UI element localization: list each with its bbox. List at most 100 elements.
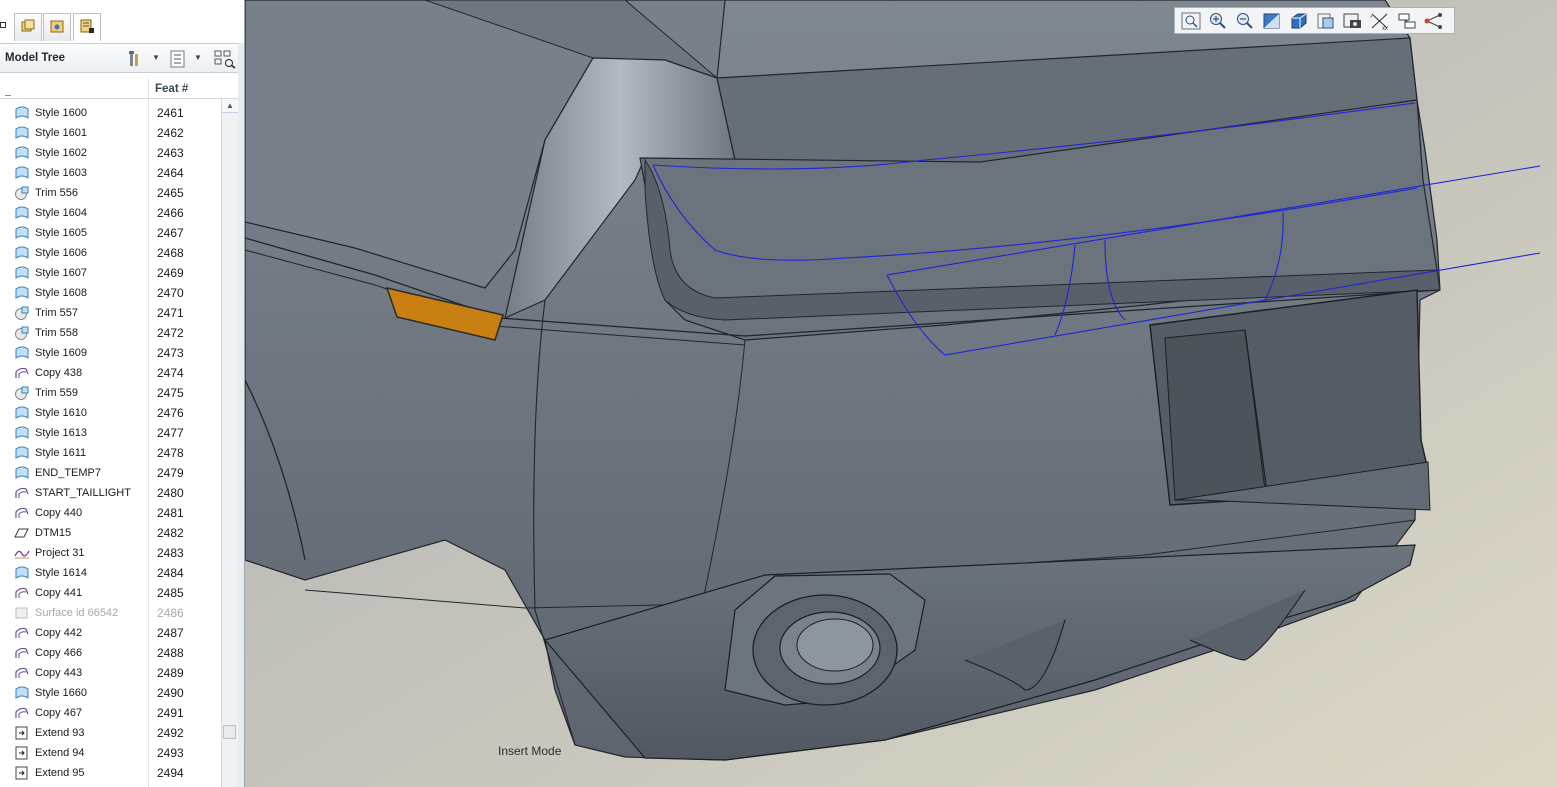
tree-row[interactable]: Trim 556 2465 — [0, 183, 238, 203]
tab-folder-browser[interactable] — [14, 13, 42, 41]
extend-icon — [14, 746, 30, 760]
annotation-display-icon[interactable] — [1396, 11, 1418, 31]
refit-icon[interactable] — [1180, 11, 1202, 31]
feature-number: 2491 — [157, 706, 184, 720]
tree-row[interactable]: Style 1602 2463 — [0, 143, 238, 163]
feature-name: Style 1608 — [35, 287, 87, 299]
feature-name: Trim 558 — [35, 327, 78, 339]
feature-name: Trim 559 — [35, 387, 78, 399]
tree-row[interactable]: Style 1603 2464 — [0, 163, 238, 183]
tree-row[interactable]: Copy 438 2474 — [0, 363, 238, 383]
folder-browser-icon — [21, 19, 35, 32]
tree-columns-icon[interactable] — [213, 49, 237, 69]
scroll-thumb[interactable] — [223, 725, 236, 739]
tree-row[interactable]: Extend 93 2492 — [0, 723, 238, 743]
mode-status-label: Insert Mode — [498, 744, 562, 758]
tree-row[interactable]: Copy 442 2487 — [0, 623, 238, 643]
zoom-out-icon[interactable] — [1234, 11, 1256, 31]
feature-number: 2489 — [157, 666, 184, 680]
tree-row[interactable]: Project 31 2483 — [0, 543, 238, 563]
view-manager-icon[interactable] — [1342, 11, 1364, 31]
model-tree-toolbar: Model Tree ▼ ▼ — [0, 43, 244, 73]
tree-row[interactable]: Copy 440 2481 — [0, 503, 238, 523]
extend-icon — [14, 726, 30, 740]
tree-row[interactable]: Copy 443 2489 — [0, 663, 238, 683]
tree-row[interactable]: Surface id 66542 2486 — [0, 603, 238, 623]
feature-name: Surface id 66542 — [35, 607, 119, 619]
panel-splitter[interactable] — [238, 43, 244, 787]
feature-number: 2488 — [157, 646, 184, 660]
feature-name: Style 1611 — [35, 447, 87, 459]
zoom-in-icon[interactable] — [1207, 11, 1229, 31]
tree-row[interactable]: Extend 94 2493 — [0, 743, 238, 763]
view-toolbar: * xx — [1174, 7, 1455, 34]
repaint-icon[interactable] — [1261, 11, 1283, 31]
tree-row[interactable]: Style 1610 2476 — [0, 403, 238, 423]
tab-layers[interactable] — [43, 13, 71, 41]
tree-row[interactable]: Style 1613 2477 — [0, 423, 238, 443]
feature-number: 2472 — [157, 326, 184, 340]
tree-filters-icon[interactable] — [168, 49, 188, 69]
feature-name: Style 1602 — [35, 147, 87, 159]
navigator-tabs — [0, 0, 244, 43]
tree-filters-dropdown[interactable]: ▼ — [194, 53, 202, 62]
feature-number: 2485 — [157, 586, 184, 600]
tree-row[interactable]: Copy 467 2491 — [0, 703, 238, 723]
tree-row[interactable]: Trim 557 2471 — [0, 303, 238, 323]
tree-row[interactable]: Extend 95 2494 — [0, 763, 238, 783]
svg-text:xx: xx — [1382, 26, 1388, 31]
feature-name: Style 1607 — [35, 267, 87, 279]
tree-row[interactable]: Style 1614 2484 — [0, 563, 238, 583]
panel-toggle-icon[interactable] — [0, 22, 6, 28]
tree-scrollbar[interactable]: ▲ — [221, 99, 238, 787]
tree-row[interactable]: Style 1660 2490 — [0, 683, 238, 703]
tree-row[interactable]: Trim 558 2472 — [0, 323, 238, 343]
tree-row[interactable]: Copy 466 2488 — [0, 643, 238, 663]
column-divider[interactable] — [148, 79, 149, 99]
navigator-panel: Model Tree ▼ ▼ Feat # Style 1600 2461 Styl… — [0, 0, 245, 787]
saved-views-icon[interactable] — [1315, 11, 1337, 31]
tree-row[interactable]: Style 1604 2466 — [0, 203, 238, 223]
tree-row[interactable]: START_TAILLIGHT 2480 — [0, 483, 238, 503]
style-icon — [14, 466, 30, 480]
spin-center-icon[interactable] — [1423, 11, 1445, 31]
display-style-icon[interactable] — [1288, 11, 1310, 31]
tree-row[interactable]: Style 1606 2468 — [0, 243, 238, 263]
tree-settings-icon[interactable] — [127, 49, 147, 69]
feature-name: DTM15 — [35, 527, 72, 539]
feature-name: Style 1606 — [35, 247, 87, 259]
tree-row[interactable]: Style 1611 2478 — [0, 443, 238, 463]
feature-name: Copy 438 — [35, 367, 83, 379]
feat-number-column-header[interactable]: Feat # — [155, 83, 188, 95]
style-icon — [14, 266, 30, 280]
feature-name: Style 1660 — [35, 687, 87, 699]
datum-display-icon[interactable]: * xx — [1369, 11, 1391, 31]
copy-icon — [14, 486, 30, 500]
tab-model-tree[interactable] — [73, 13, 101, 41]
style-icon — [14, 566, 30, 580]
tree-row[interactable]: Style 1601 2462 — [0, 123, 238, 143]
tree-row[interactable]: Trim 559 2475 — [0, 383, 238, 403]
tree-row[interactable]: Style 1607 2469 — [0, 263, 238, 283]
scroll-up-button[interactable]: ▲ — [222, 99, 238, 113]
feature-number: 2475 — [157, 386, 184, 400]
copy-icon — [14, 586, 30, 600]
feature-number: 2469 — [157, 266, 184, 280]
feature-name: Style 1605 — [35, 227, 87, 239]
copy-icon — [14, 646, 30, 660]
tree-settings-dropdown[interactable]: ▼ — [152, 53, 160, 62]
tree-connector — [5, 95, 11, 96]
feature-number: 2465 — [157, 186, 184, 200]
tree-row[interactable]: Style 1608 2470 — [0, 283, 238, 303]
graphics-window[interactable]: * xx Insert Mode — [245, 0, 1557, 787]
tree-row[interactable]: Style 1600 2461 — [0, 95, 238, 123]
tree-row[interactable]: Style 1609 2473 — [0, 343, 238, 363]
tree-row[interactable]: Copy 441 2485 — [0, 583, 238, 603]
feature-number: 2473 — [157, 346, 184, 360]
tree-row[interactable]: END_TEMP7 2479 — [0, 463, 238, 483]
style-icon — [14, 206, 30, 220]
feature-name: Copy 440 — [35, 507, 83, 519]
style-icon — [14, 446, 30, 460]
tree-row[interactable]: DTM15 2482 — [0, 523, 238, 543]
tree-row[interactable]: Style 1605 2467 — [0, 223, 238, 243]
